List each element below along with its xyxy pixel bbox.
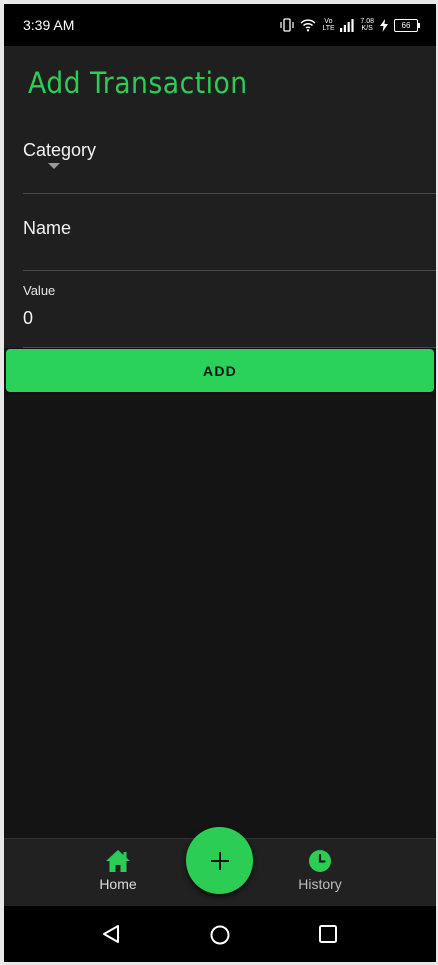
nav-item-history[interactable]: History: [280, 849, 360, 892]
charging-icon: [380, 18, 388, 32]
add-transaction-fab[interactable]: [186, 827, 253, 894]
plus-icon: [209, 850, 231, 872]
value-label: Value: [23, 283, 56, 298]
category-dropdown[interactable]: Category: [23, 116, 436, 194]
speed-value: 7.08: [360, 18, 374, 25]
page-title: Add Transaction: [28, 66, 248, 100]
nav-label-history: History: [298, 876, 342, 892]
system-navigation-bar: [4, 906, 436, 962]
name-field[interactable]: Name: [23, 193, 436, 271]
add-button[interactable]: ADD: [6, 349, 434, 392]
nav-item-home[interactable]: Home: [78, 849, 158, 892]
transaction-form: Category Name Value: [4, 116, 436, 348]
value-input[interactable]: [23, 308, 403, 329]
signal-icon: [340, 18, 354, 32]
device-screen: 3:39 AM Vo LTE 7.08 K/S 66 Add Transacti…: [4, 4, 436, 962]
home-icon: [78, 849, 158, 873]
nav-label-home: Home: [99, 876, 137, 892]
back-icon[interactable]: [101, 924, 121, 949]
recents-icon[interactable]: [318, 924, 338, 949]
battery-icon: 66: [394, 18, 420, 32]
status-bar: 3:39 AM Vo LTE 7.08 K/S 66: [4, 4, 436, 46]
home-circle-icon[interactable]: [209, 924, 231, 951]
status-icons: Vo LTE 7.08 K/S 66: [280, 16, 420, 34]
network-speed: 7.08 K/S: [360, 18, 374, 32]
category-label: Category: [23, 140, 97, 160]
volte-label: Vo LTE: [322, 18, 335, 32]
status-time: 3:39 AM: [23, 17, 75, 33]
name-label: Name: [23, 218, 72, 238]
clock-icon: [280, 849, 360, 873]
app-bar: Add Transaction: [4, 46, 436, 116]
dropdown-arrow-icon[interactable]: [48, 163, 60, 169]
vibrate-icon: [280, 18, 294, 32]
value-field[interactable]: Value: [23, 270, 436, 348]
speed-unit: K/S: [361, 25, 373, 32]
wifi-icon: [300, 18, 316, 32]
